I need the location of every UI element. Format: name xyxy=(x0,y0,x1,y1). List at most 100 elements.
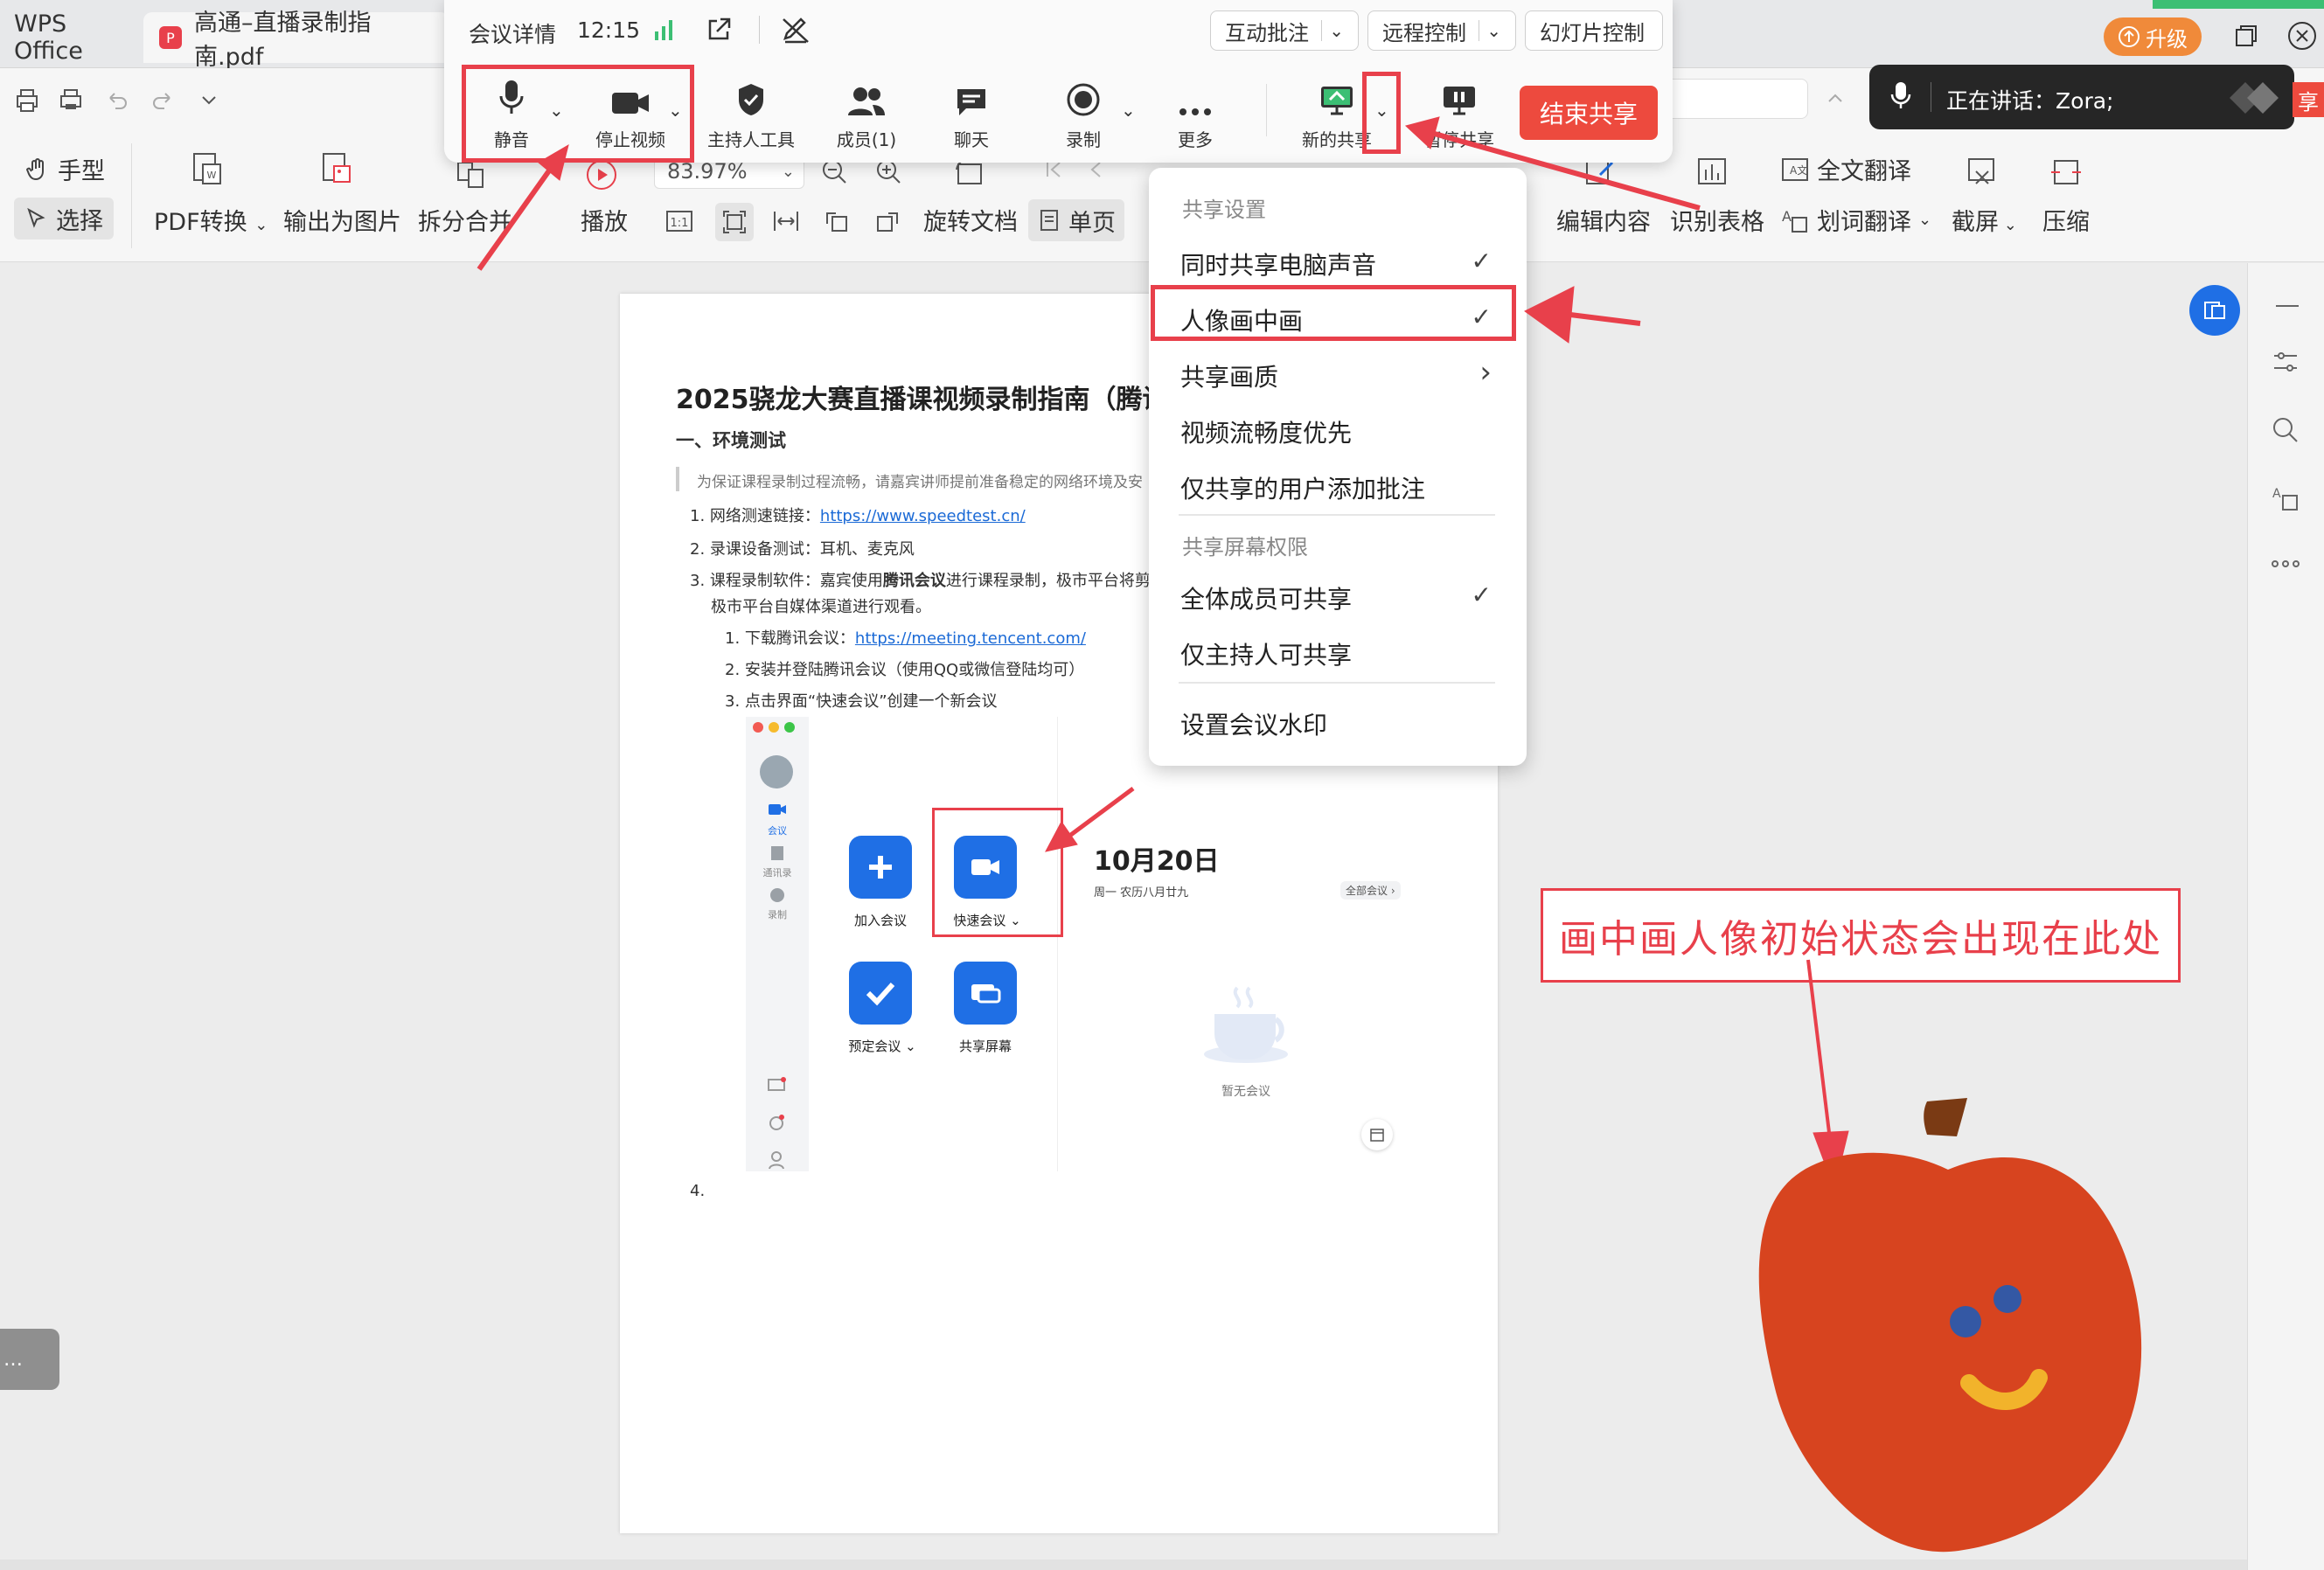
embedded-lunar: 周一 农历八月廿九 xyxy=(1094,886,1189,900)
edit-content-label: 编辑内容 xyxy=(1556,209,1651,236)
recognize-table-button[interactable]: 识别表格 xyxy=(1670,203,1764,237)
schedule-meeting-tile xyxy=(849,962,912,1025)
quote-bar xyxy=(676,467,679,491)
print-preview-icon[interactable] xyxy=(56,86,86,115)
record-button[interactable]: 录制 xyxy=(1035,77,1131,151)
record-nav-icon xyxy=(769,886,786,904)
menu-item-label: 仅共享的用户添加批注 xyxy=(1180,475,1426,504)
hand-tool-button[interactable]: 手型 xyxy=(24,152,105,186)
redo-icon[interactable] xyxy=(150,87,177,114)
hand-icon xyxy=(24,156,51,183)
search-icon[interactable] xyxy=(2271,415,2300,445)
pause-share-icon xyxy=(1444,87,1475,115)
annotation-off-icon[interactable] xyxy=(780,14,811,45)
settings-sliders-icon[interactable] xyxy=(2271,347,2300,377)
left-collapse-tab[interactable]: … xyxy=(0,1329,59,1390)
highlight-audio-video-buttons xyxy=(462,65,694,163)
menu-item-share-audio[interactable]: 同时共享电脑声音 ✓ xyxy=(1149,236,1527,285)
floating-convert-icon[interactable] xyxy=(2189,285,2240,336)
members-button[interactable]: 成员(1) xyxy=(818,77,915,151)
screenshot-button[interactable]: 截屏 ⌄ xyxy=(1952,203,2017,237)
contacts-nav-icon xyxy=(769,844,786,862)
embedded-sidebar: 会议 通讯录 录制 xyxy=(746,717,809,1171)
fit-width-icon[interactable] xyxy=(771,206,801,236)
export-image-icon xyxy=(318,150,355,187)
collapse-icon[interactable] xyxy=(2274,302,2300,310)
menu-item-host-only[interactable]: 仅主持人可共享 xyxy=(1149,626,1527,675)
pdf-convert-button[interactable]: PDF转换 ⌄ xyxy=(154,203,268,237)
menu-item-all-can-share[interactable]: 全体成员可共享 ✓ xyxy=(1149,570,1527,619)
full-translate-button[interactable]: A文 全文翻译 xyxy=(1780,152,1911,186)
menu-item-label: 设置会议水印 xyxy=(1180,711,1328,740)
toolbar-divider-2 xyxy=(1266,84,1267,136)
compress-button[interactable]: 压缩 xyxy=(2042,203,2090,237)
empty-state-illustration xyxy=(1193,979,1298,1066)
print-icon[interactable] xyxy=(12,86,42,115)
menu-item-share-quality[interactable]: 共享画质 › xyxy=(1149,348,1527,397)
popout-icon[interactable] xyxy=(705,16,733,44)
slides-label: 幻灯片控制 xyxy=(1540,20,1645,45)
end-share-button[interactable]: 结束共享 xyxy=(1520,86,1658,140)
record-options-chevron[interactable]: ⌄ xyxy=(1121,100,1136,121)
tab-pdf-document[interactable]: P 高通–直播录制指南.pdf xyxy=(143,10,449,71)
share-screen-tile xyxy=(954,962,1017,1025)
interactive-annotation-button[interactable]: 互动批注 ⌄ xyxy=(1210,10,1359,51)
menu-item-watermark[interactable]: 设置会议水印 xyxy=(1149,696,1527,745)
record-label: 录制 xyxy=(1066,129,1101,150)
slide-control-button[interactable]: 幻灯片控制 xyxy=(1525,10,1663,51)
rotate-right-icon[interactable] xyxy=(873,206,902,236)
word-translate-button[interactable]: A 划词翻译 ⌄ xyxy=(1780,203,1931,237)
schedule-meeting-text: 预定会议 xyxy=(848,1039,901,1054)
edit-content-button[interactable]: 编辑内容 xyxy=(1556,203,1651,237)
export-image-button[interactable]: 输出为图片 xyxy=(283,203,401,237)
share-settings-dropdown: 共享设置 同时共享电脑声音 ✓ 人像画中画 ✓ 共享画质 › 视频流畅度优先 仅… xyxy=(1149,168,1527,766)
remote-label: 远程控制 xyxy=(1382,20,1466,45)
rotate-left-icon[interactable] xyxy=(822,206,852,236)
translate-side-icon[interactable]: A xyxy=(2271,483,2300,513)
svg-text:A文: A文 xyxy=(1790,163,1807,177)
search-box[interactable] xyxy=(1654,79,1808,119)
toolbar-divider xyxy=(759,16,760,44)
tab-wps-office[interactable]: WPS Office xyxy=(0,10,131,65)
chevron-down-icon[interactable] xyxy=(198,89,220,112)
play-button[interactable]: 播放 xyxy=(581,203,628,237)
split-merge-button[interactable]: 拆分合并 xyxy=(418,203,512,237)
remote-control-button[interactable]: 远程控制 ⌄ xyxy=(1367,10,1516,51)
more-dots-icon[interactable] xyxy=(2271,559,2300,569)
upgrade-button[interactable]: 升级 xyxy=(2104,17,2202,56)
actual-size-icon[interactable]: 1:1 xyxy=(664,206,694,236)
share-screen-icon xyxy=(971,984,1001,1004)
meeting-details-link[interactable]: 会议详情 xyxy=(469,17,556,49)
undo-icon[interactable] xyxy=(103,87,129,114)
nav-contacts-label: 通讯录 xyxy=(762,867,792,879)
menu-item-label: 同时共享电脑声音 xyxy=(1180,251,1377,280)
close-icon[interactable] xyxy=(2287,21,2317,51)
speedtest-link[interactable]: https://www.speedtest.cn/ xyxy=(820,507,1026,525)
single-page-button[interactable]: 单页 xyxy=(1028,199,1124,241)
pause-share-button[interactable]: 暂停共享 xyxy=(1411,77,1507,151)
end-share-label: 结束共享 xyxy=(1539,100,1638,129)
more-button[interactable]: 更多 xyxy=(1147,77,1243,151)
chevron-up-icon[interactable] xyxy=(1824,87,1847,110)
chat-button[interactable]: 聊天 xyxy=(923,77,1019,151)
menu-item-label: 视频流畅度优先 xyxy=(1180,419,1353,448)
host-tools-button[interactable]: 主持人工具 xyxy=(703,77,799,151)
select-tool-button[interactable]: 选择 xyxy=(14,198,114,240)
pin-icon[interactable] xyxy=(2224,75,2282,119)
menu-item-sharer-annotate[interactable]: 仅共享的用户添加批注 xyxy=(1149,460,1527,509)
no-meeting-label: 暂无会议 xyxy=(1221,1085,1270,1099)
window-restore-icon[interactable] xyxy=(2233,23,2259,49)
share-screen-label: 共享屏幕 xyxy=(958,1039,1012,1054)
menu-item-video-smooth[interactable]: 视频流畅度优先 xyxy=(1149,404,1527,453)
svg-text:W: W xyxy=(207,170,217,181)
meeting-time: 12:15 xyxy=(577,17,641,43)
rotate-doc-button[interactable]: 旋转文档 xyxy=(923,203,1018,237)
record-icon xyxy=(1067,83,1100,116)
tencent-meeting-link[interactable]: https://meeting.tencent.com/ xyxy=(855,629,1086,648)
menu-item-label: 共享画质 xyxy=(1180,363,1279,392)
chat-bubble-icon xyxy=(957,89,985,115)
play-label: 播放 xyxy=(581,209,628,236)
people-icon xyxy=(848,87,885,115)
bottom-scroll-track[interactable] xyxy=(0,1560,2247,1570)
fit-page-icon[interactable] xyxy=(715,203,754,241)
